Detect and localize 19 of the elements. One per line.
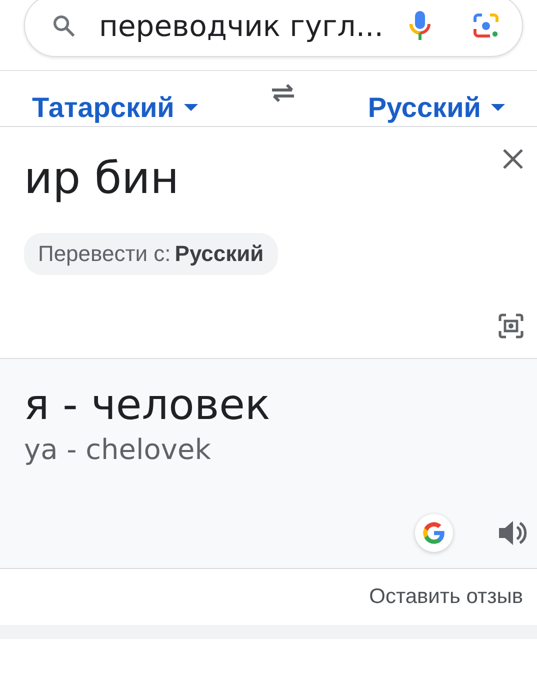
google-logo-icon — [421, 520, 447, 546]
feedback-link[interactable]: Оставить отзыв — [369, 585, 523, 609]
search-field[interactable]: переводчик гугл... — [24, 0, 523, 57]
close-icon[interactable] — [501, 147, 525, 171]
microphone-icon[interactable] — [408, 10, 432, 42]
google-logo-button[interactable] — [415, 514, 453, 552]
translation-text: я - человек — [24, 379, 272, 431]
search-icon — [51, 12, 77, 38]
caret-icon — [184, 104, 198, 112]
target-language-button[interactable]: Русский — [368, 92, 505, 124]
speaker-icon[interactable] — [497, 518, 527, 548]
camera-search-icon[interactable] — [472, 12, 500, 40]
transliteration-text: ya - chelovek — [24, 433, 212, 466]
search-query: переводчик гугл... — [99, 8, 384, 42]
source-language-button[interactable]: Татарский — [32, 92, 198, 124]
source-text-input[interactable]: ир бин — [24, 149, 513, 209]
camera-icon[interactable] — [497, 312, 525, 340]
detect-language-chip[interactable]: Перевести с: Русский — [24, 233, 278, 275]
caret-icon — [491, 104, 505, 112]
